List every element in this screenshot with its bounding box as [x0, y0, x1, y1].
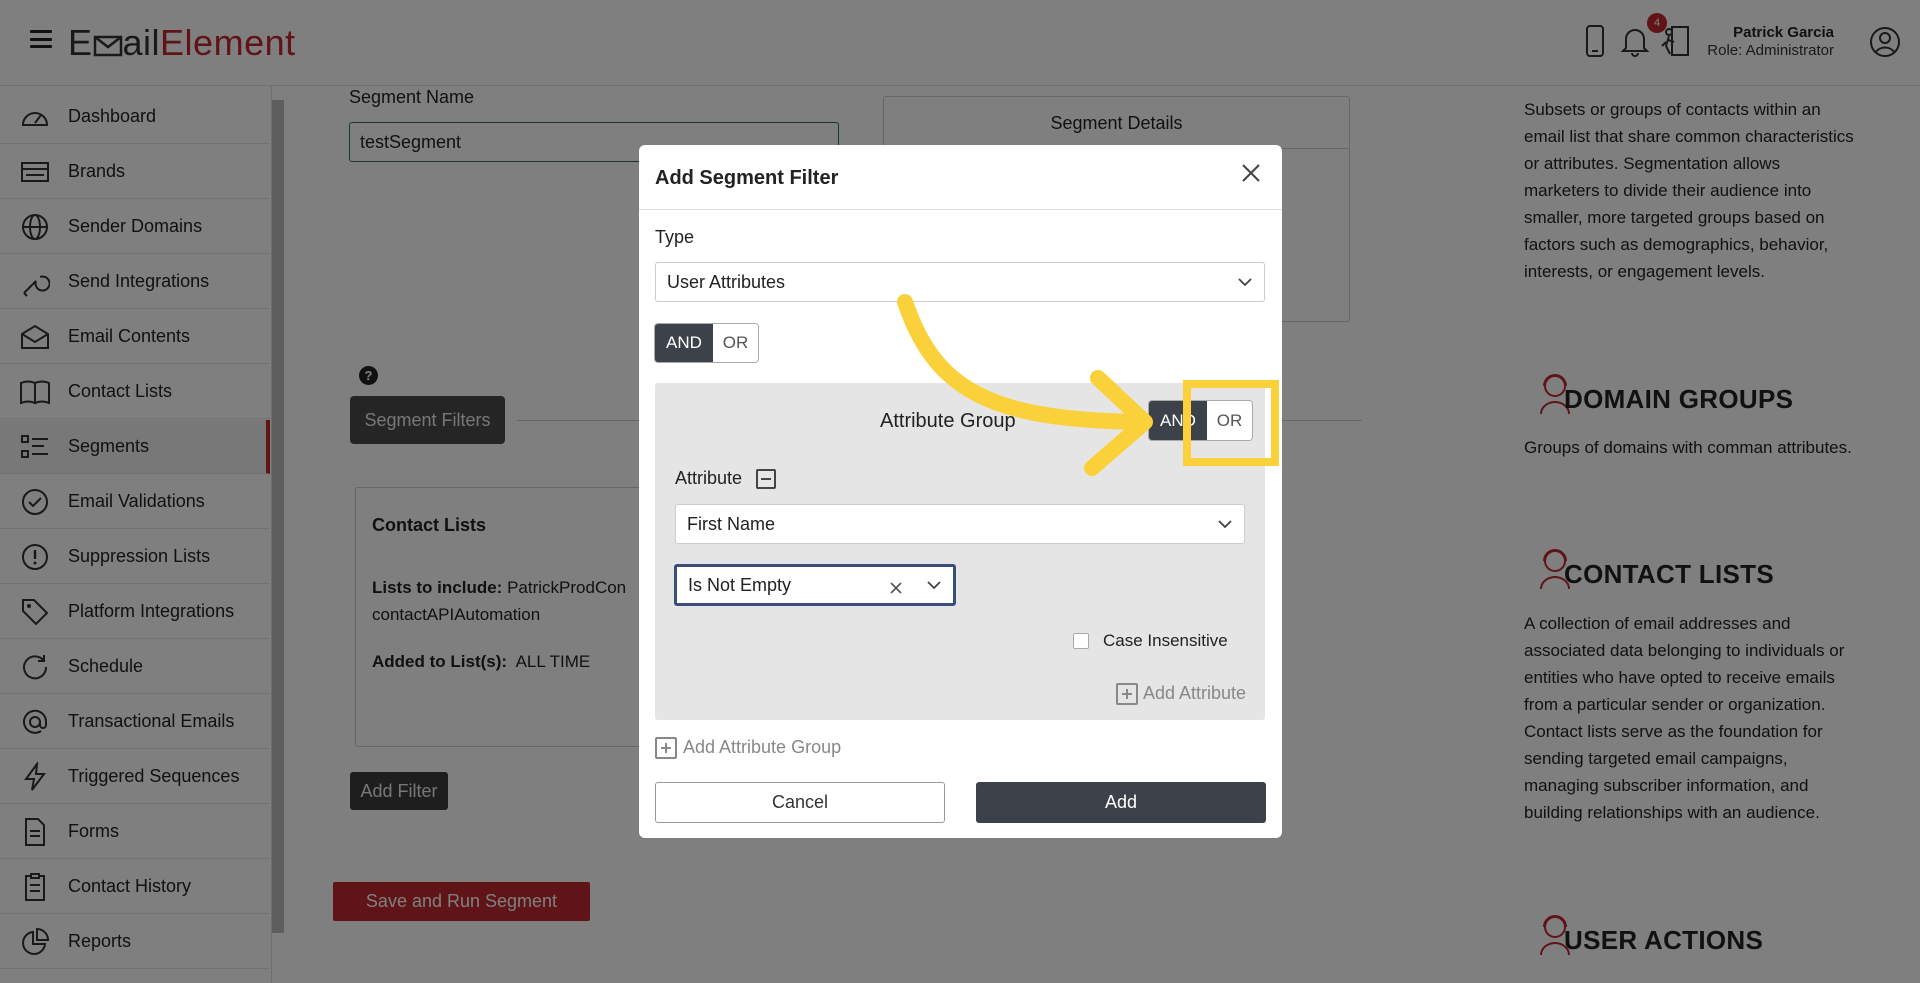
add-button[interactable]: Add: [976, 782, 1266, 823]
remove-attribute-icon[interactable]: [756, 469, 776, 489]
chevron-down-icon: [1238, 278, 1252, 287]
type-select[interactable]: User Attributes: [655, 262, 1265, 302]
type-select-value: User Attributes: [667, 271, 786, 292]
add-attribute-group-icon[interactable]: [655, 737, 677, 759]
add-segment-filter-modal: Add Segment Filter Type User Attributes …: [639, 145, 1282, 838]
modal-divider: [639, 209, 1282, 210]
attribute-group-panel: Attribute Group AND OR Attribute First N…: [655, 383, 1265, 720]
attribute-group-title: Attribute Group: [880, 410, 1016, 432]
add-attribute-button[interactable]: Add Attribute: [1143, 683, 1246, 704]
highlight-box: [1183, 380, 1279, 466]
operator-select-value: Is Not Empty: [688, 574, 792, 595]
outer-and-or-toggle: AND OR: [654, 323, 759, 363]
type-label: Type: [655, 227, 695, 247]
modal-title: Add Segment Filter: [655, 167, 839, 189]
outer-or-button[interactable]: OR: [713, 324, 758, 362]
attribute-select-value: First Name: [687, 513, 776, 534]
chevron-down-icon: [927, 581, 941, 590]
attribute-label: Attribute: [675, 468, 743, 488]
outer-and-button[interactable]: AND: [655, 324, 713, 362]
case-insensitive-checkbox[interactable]: [1073, 633, 1089, 649]
close-icon[interactable]: [1239, 161, 1263, 185]
operator-select[interactable]: Is Not Empty: [674, 564, 956, 606]
cancel-button[interactable]: Cancel: [655, 782, 945, 823]
attribute-select[interactable]: First Name: [675, 504, 1245, 544]
chevron-down-icon: [1218, 520, 1232, 529]
add-attribute-group-button[interactable]: Add Attribute Group: [683, 737, 841, 758]
case-insensitive-label: Case Insensitive: [1103, 631, 1228, 650]
clear-icon[interactable]: [889, 581, 903, 595]
add-attribute-icon[interactable]: [1116, 683, 1138, 705]
